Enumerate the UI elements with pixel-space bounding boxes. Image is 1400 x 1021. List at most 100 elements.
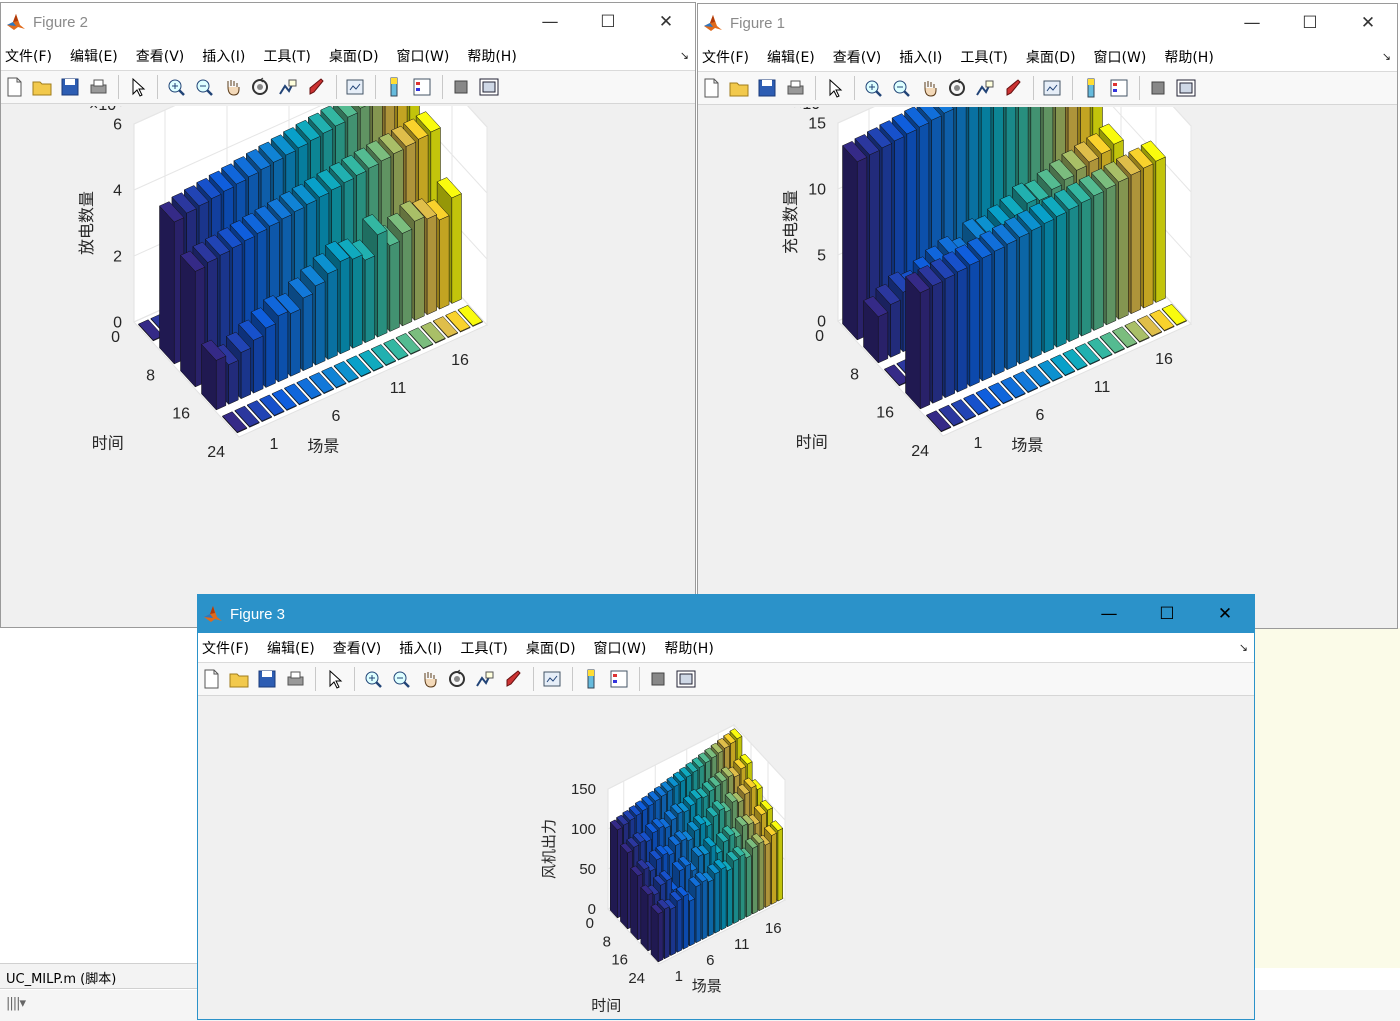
print-icon[interactable] [782,75,808,101]
figure-toolbar [1,71,695,104]
open-file-icon[interactable] [226,666,252,692]
minimize-button[interactable]: — [1080,595,1138,633]
print-icon[interactable] [85,74,111,100]
new-file-icon[interactable] [1,74,27,100]
maximize-button[interactable]: ☐ [579,3,637,41]
menu-item-7[interactable]: 帮助(H) [664,638,713,658]
data-cursor-icon[interactable] [472,666,498,692]
show-plot-tools-icon[interactable] [673,666,699,692]
show-plot-tools-icon[interactable] [476,74,502,100]
menu-item-0[interactable]: 文件(F) [202,638,249,658]
zoom-in-icon[interactable] [163,74,189,100]
zoom-in-icon[interactable] [360,666,386,692]
menu-item-3[interactable]: 插入(I) [899,47,942,67]
pan-hand-icon[interactable] [916,75,942,101]
menu-item-2[interactable]: 查看(V) [833,47,882,67]
save-icon[interactable] [57,74,83,100]
data-cursor-icon[interactable] [972,75,998,101]
legend-icon[interactable] [1106,75,1132,101]
editor-tab-label: UC_MILP.m (脚本) [6,972,117,987]
menu-item-7[interactable]: 帮助(H) [467,46,516,66]
title-bar[interactable]: Figure 1 — ☐ ✕ [698,4,1397,42]
menu-item-1[interactable]: 编辑(E) [767,47,815,67]
maximize-button[interactable]: ☐ [1138,595,1196,633]
open-file-icon[interactable] [29,74,55,100]
menu-item-5[interactable]: 桌面(D) [1026,47,1076,67]
close-button[interactable]: ✕ [1339,4,1397,42]
menu-item-0[interactable]: 文件(F) [5,46,52,66]
menu-item-4[interactable]: 工具(T) [960,47,1007,67]
show-plot-tools-icon[interactable] [1173,75,1199,101]
brush-icon[interactable] [303,74,329,100]
close-button[interactable]: ✕ [637,3,695,41]
menu-item-3[interactable]: 插入(I) [399,638,442,658]
grip-icon[interactable]: ||||▾ [6,996,26,1011]
zoom-out-icon[interactable] [388,666,414,692]
link-plot-icon[interactable] [1039,75,1065,101]
minimize-button[interactable]: — [521,3,579,41]
menu-item-7[interactable]: 帮助(H) [1164,47,1213,67]
print-icon[interactable] [282,666,308,692]
new-file-icon[interactable] [698,75,724,101]
figure-canvas[interactable]: 0 50 100 150 0 8 16 24 1 6 11 16 风机出力 时间 场景 [198,696,1254,1019]
menu-item-3[interactable]: 插入(I) [202,46,245,66]
zoom-in-icon[interactable] [860,75,886,101]
menu-item-4[interactable]: 工具(T) [263,46,310,66]
menu-item-6[interactable]: 窗口(W) [1094,47,1147,67]
figure-1-window[interactable]: Figure 1 — ☐ ✕ 文件(F) 编辑(E) 查看(V) 插入(I) 工具(T) 桌面(… [697,3,1398,629]
link-plot-icon[interactable] [539,666,565,692]
close-button[interactable]: ✕ [1196,595,1254,633]
hide-plot-tools-icon[interactable] [645,666,671,692]
pointer-icon[interactable] [124,74,150,100]
command-window-panel [1254,628,1400,968]
brush-icon[interactable] [1000,75,1026,101]
rotate-3d-icon[interactable] [247,74,273,100]
menu-item-6[interactable]: 窗口(W) [594,638,647,658]
menu-item-2[interactable]: 查看(V) [136,46,185,66]
menu-item-1[interactable]: 编辑(E) [70,46,118,66]
title-bar[interactable]: Figure 2 — ☐ ✕ [1,3,695,41]
dock-arrow-icon[interactable]: ↘ [1382,50,1391,63]
menu-item-6[interactable]: 窗口(W) [397,46,450,66]
save-icon[interactable] [754,75,780,101]
hide-plot-tools-icon[interactable] [448,74,474,100]
x-tick-label: 11 [734,936,750,953]
pan-hand-icon[interactable] [219,74,245,100]
brush-icon[interactable] [500,666,526,692]
menu-item-1[interactable]: 编辑(E) [267,638,315,658]
figure-canvas[interactable]: 0246081624161116×10⁴放电数量时间场景 [1,10,695,627]
data-cursor-icon[interactable] [275,74,301,100]
pointer-icon[interactable] [821,75,847,101]
editor-tab[interactable]: UC_MILP.m (脚本) [0,963,200,989]
figure-3-window[interactable]: Figure 3 — ☐ ✕ 文件(F) 编辑(E) 查看(V) 插入(I) 工具(T) 桌面(… [197,594,1255,1020]
menu-item-2[interactable]: 查看(V) [333,638,382,658]
zoom-out-icon[interactable] [191,74,217,100]
colorbar-icon[interactable] [381,74,407,100]
save-icon[interactable] [254,666,280,692]
menu-item-4[interactable]: 工具(T) [460,638,507,658]
open-file-icon[interactable] [726,75,752,101]
pan-hand-icon[interactable] [416,666,442,692]
maximize-button[interactable]: ☐ [1281,4,1339,42]
new-file-icon[interactable] [198,666,224,692]
figure-canvas[interactable]: 051015081624161116×10⁴充电数量时间场景 [698,9,1397,628]
rotate-3d-icon[interactable] [444,666,470,692]
zoom-out-icon[interactable] [888,75,914,101]
figure-2-window[interactable]: Figure 2 — ☐ ✕ 文件(F) 编辑(E) 查看(V) 插入(I) 工具(T) 桌面(… [0,2,696,628]
menu-item-5[interactable]: 桌面(D) [329,46,379,66]
x-tick-label: 1 [974,435,983,452]
colorbar-icon[interactable] [578,666,604,692]
hide-plot-tools-icon[interactable] [1145,75,1171,101]
pointer-icon[interactable] [321,666,347,692]
title-bar[interactable]: Figure 3 — ☐ ✕ [198,595,1254,633]
legend-icon[interactable] [606,666,632,692]
dock-arrow-icon[interactable]: ↘ [680,49,689,62]
menu-item-0[interactable]: 文件(F) [702,47,749,67]
dock-arrow-icon[interactable]: ↘ [1239,641,1248,654]
link-plot-icon[interactable] [342,74,368,100]
colorbar-icon[interactable] [1078,75,1104,101]
rotate-3d-icon[interactable] [944,75,970,101]
minimize-button[interactable]: — [1223,4,1281,42]
menu-item-5[interactable]: 桌面(D) [526,638,576,658]
legend-icon[interactable] [409,74,435,100]
